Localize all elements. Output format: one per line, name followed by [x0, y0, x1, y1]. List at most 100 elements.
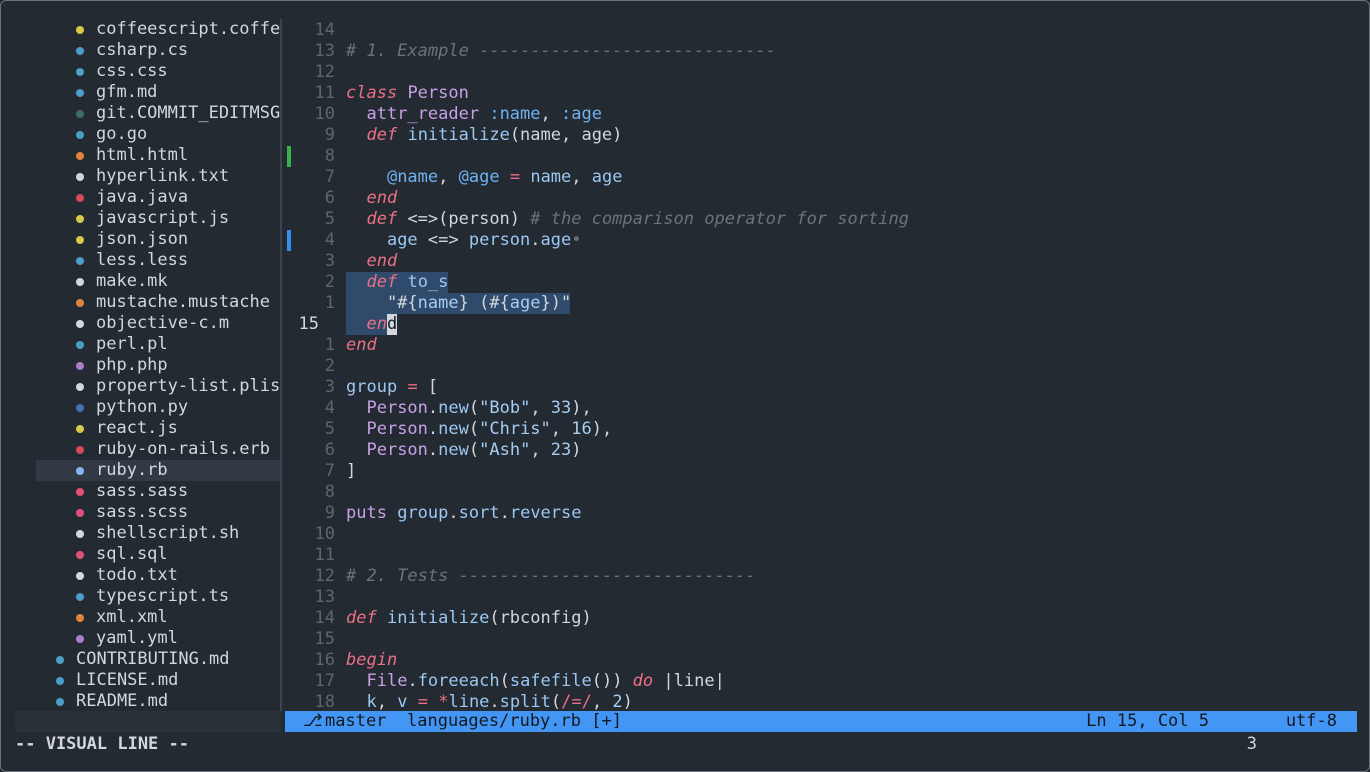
file-tree-item[interactable]: sql.sql [15, 544, 276, 565]
code-line[interactable]: attr_reader :name, :age [346, 104, 602, 125]
file-name: shellscript.sh [96, 523, 240, 543]
file-tree-item[interactable]: react.js [15, 418, 276, 439]
file-type-dot-icon [76, 362, 84, 370]
file-name: LICENSE.md [76, 670, 179, 690]
code-token: })" [540, 293, 572, 313]
code-line[interactable]: age <=> person.age• [346, 230, 582, 251]
code-line[interactable]: def <=>(person) # the comparison operato… [346, 209, 908, 230]
code-line[interactable]: # 2. Tests ----------------------------- [346, 566, 755, 587]
selection-count: 3 [1246, 734, 1257, 754]
code-line[interactable]: ] [346, 461, 356, 482]
code-line[interactable]: # 1. Example ---------------------------… [346, 41, 776, 62]
file-tree-item[interactable]: sass.scss [15, 502, 276, 523]
code-line[interactable]: File.foreeach(safefile()) do |line| [346, 671, 724, 692]
file-tree-item[interactable]: git.COMMIT_EDITMSG [15, 103, 280, 124]
file-tree-item[interactable]: sass.sass [15, 481, 276, 502]
code-token: ( [468, 419, 480, 439]
line-number: 13 [314, 587, 335, 607]
file-name: CONTRIBUTING.md [76, 649, 230, 669]
code-line[interactable]: Person.new("Ash", 23) [346, 440, 581, 461]
file-type-dot-icon [76, 26, 84, 34]
file-type-dot-icon [76, 215, 84, 223]
file-tree-item[interactable]: typescript.ts [15, 586, 276, 607]
file-tree-item[interactable]: csharp.cs [15, 40, 276, 61]
file-tree-item[interactable]: html.html [15, 145, 276, 166]
file-type-dot-icon [76, 68, 84, 76]
file-tree-item[interactable]: perl.pl [15, 334, 276, 355]
code-line[interactable]: end [346, 314, 397, 335]
file-tree-item[interactable]: LICENSE.md [15, 670, 276, 691]
file-tree-item[interactable]: coffeescript.coffe [15, 19, 280, 40]
code-editor[interactable]: 14 13 # 1. Example -----------------------… [285, 19, 1357, 711]
code-line[interactable]: end [346, 251, 397, 272]
file-name: css.css [96, 61, 168, 81]
code-token: group [397, 503, 449, 523]
code-line[interactable]: def initialize(rbconfig) [346, 608, 592, 629]
code-token: begin [346, 650, 398, 670]
file-tree-item[interactable]: objective-c.m [15, 313, 276, 334]
file-tree-item-selected[interactable]: ruby.rb [36, 460, 281, 481]
code-line[interactable]: Person.new("Bob", 33), [346, 398, 591, 419]
file-tree-item[interactable]: todo.txt [15, 565, 276, 586]
code-token: . [448, 503, 459, 523]
line-number: 7 [324, 167, 335, 187]
split-divider[interactable] [280, 19, 282, 711]
file-tree-item[interactable]: ruby-on-rails.erb [15, 439, 276, 460]
code-line[interactable]: k, v = *line.split(/=/, 2) [346, 692, 632, 711]
line-number: 2 [324, 356, 335, 376]
file-tree-item[interactable]: README.md [15, 691, 276, 711]
code-token: ()) [591, 671, 633, 691]
code-line[interactable]: end [346, 188, 397, 209]
file-tree-item[interactable]: go.go [15, 124, 276, 145]
code-token: :age [561, 104, 602, 124]
file-name: csharp.cs [96, 40, 189, 60]
file-tree-item[interactable]: php.php [15, 355, 276, 376]
code-token: reverse [509, 503, 582, 523]
code-line[interactable]: class Person [346, 83, 469, 104]
line-number: 11 [314, 545, 335, 565]
file-tree-item[interactable]: less.less [15, 250, 276, 271]
file-tree-item[interactable]: property-list.plis [15, 376, 280, 397]
code-token: <=>(person) [397, 209, 531, 229]
file-type-dot-icon [76, 530, 84, 538]
code-token: "Ash" [479, 440, 531, 460]
code-line[interactable]: def to_s [346, 272, 448, 293]
code-token: group [346, 377, 398, 397]
line-number: 15 [314, 629, 335, 649]
file-name: ruby.rb [96, 460, 168, 480]
code-token: # 2. Tests ----------------------------- [346, 566, 756, 586]
file-tree-item[interactable]: java.java [15, 187, 276, 208]
code-line[interactable]: Person.new("Chris", 16), [346, 419, 612, 440]
file-tree-item[interactable]: mustache.mustache [15, 292, 276, 313]
file-tree-item[interactable]: python.py [15, 397, 276, 418]
line-number: 3 [324, 251, 335, 271]
code-line[interactable]: end [346, 335, 377, 356]
file-tree-item[interactable]: javascript.js [15, 208, 276, 229]
git-modified-marker [287, 230, 291, 251]
code-token: /=/ [561, 692, 592, 711]
file-tree-item[interactable]: css.css [15, 61, 276, 82]
code-line[interactable]: puts group.sort.reverse [346, 503, 582, 524]
code-line[interactable]: group = [ [346, 377, 438, 398]
command-line[interactable]: -- VISUAL LINE -- 3 [15, 732, 1357, 758]
code-line[interactable]: def initialize(name, age) [346, 125, 622, 146]
code-line[interactable]: @name, @age = name, age [346, 167, 623, 188]
file-tree-item[interactable]: hyperlink.txt [15, 166, 276, 187]
file-tree-item[interactable]: shellscript.sh [15, 523, 276, 544]
file-tree-item[interactable]: yaml.yml [15, 628, 276, 649]
file-type-dot-icon [76, 257, 84, 265]
file-tree-item[interactable]: make.mk [15, 271, 276, 292]
file-tree-item[interactable]: xml.xml [15, 607, 276, 628]
file-tree-item[interactable]: json.json [15, 229, 276, 250]
file-tree-item[interactable]: gfm.md [15, 82, 276, 103]
code-token: def [346, 608, 377, 628]
code-token: 16 [571, 419, 592, 439]
code-line[interactable]: begin [346, 650, 397, 671]
file-tree-item[interactable]: CONTRIBUTING.md [15, 649, 276, 670]
code-line[interactable]: "#{name} (#{age})" [346, 293, 571, 314]
file-name: objective-c.m [96, 313, 230, 333]
